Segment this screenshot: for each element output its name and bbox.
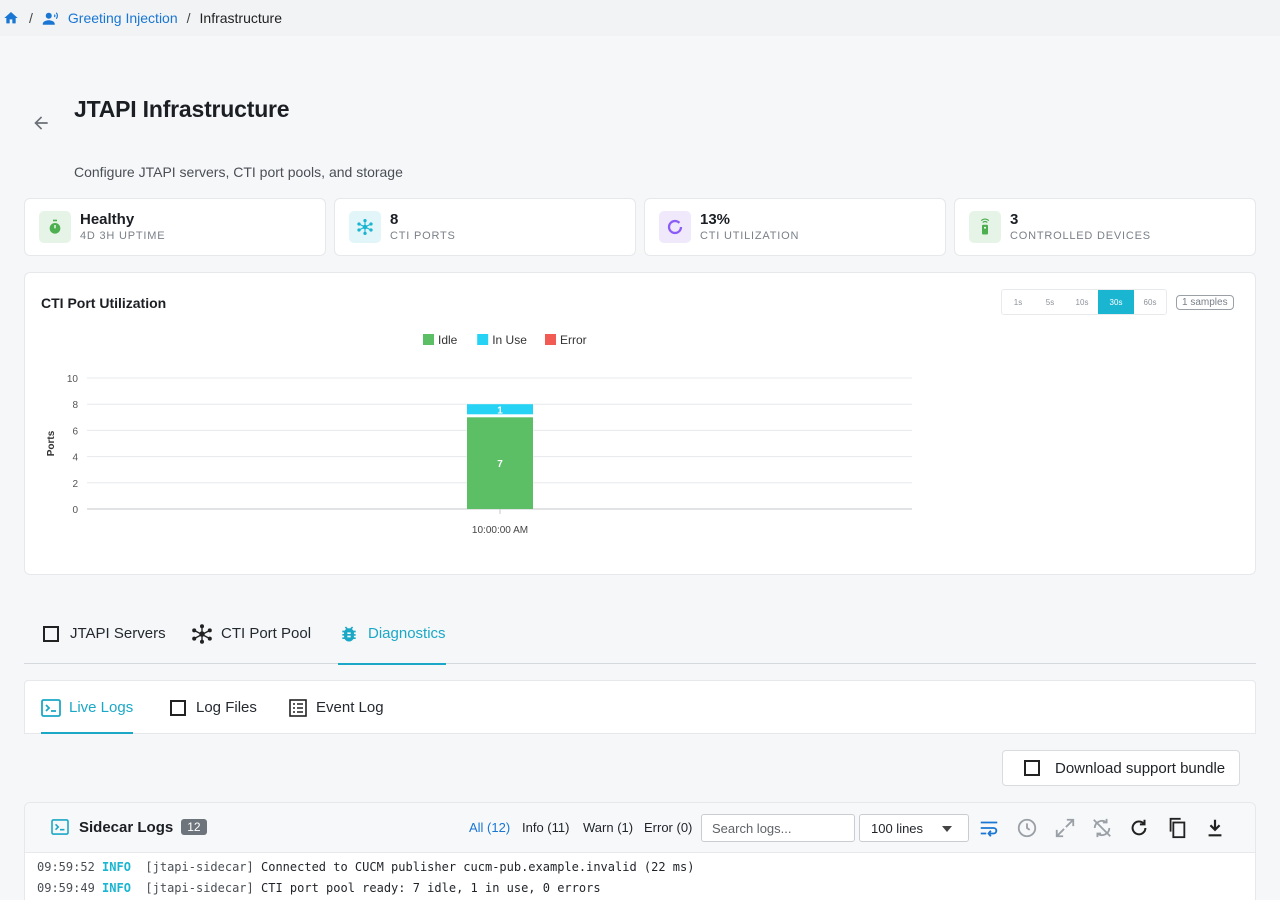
log-entry: 09:59:52 INFO [jtapi-sidecar] Connected …	[37, 860, 694, 874]
sync-off-icon[interactable]	[1090, 816, 1114, 840]
filter-all[interactable]: All (12)	[469, 820, 510, 835]
stat-label: CONTROLLED DEVICES	[1010, 230, 1151, 242]
page-title: JTAPI Infrastructure	[74, 96, 290, 122]
stopwatch-icon	[39, 211, 71, 243]
utilization-chart: 0 2 4 6 8 10 Ports Idle In Use Error 7 1 10:00:00 AM	[46, 333, 912, 536]
chevron-down-icon	[942, 826, 952, 832]
tab-jtapi-servers[interactable]: JTAPI Servers	[40, 603, 166, 664]
y-tick-label: 6	[72, 426, 78, 437]
stat-card-cti-ports: 8 CTI PORTS	[334, 198, 636, 256]
users-voice-icon	[42, 9, 60, 27]
filter-info[interactable]: Info (11)	[522, 820, 569, 835]
bundle-button-label: Download support bundle	[1055, 759, 1226, 777]
y-tick-label: 4	[72, 453, 78, 464]
stat-label: 4D 3H UPTIME	[80, 230, 166, 242]
copy-icon[interactable]	[1165, 816, 1189, 840]
legend-label: Error	[560, 333, 587, 347]
tab-label: Diagnostics	[368, 625, 446, 642]
logs-title: Sidecar Logs 12	[51, 818, 207, 836]
log-message: CTI port pool ready: 7 idle, 1 in use, 0…	[261, 881, 601, 895]
list-icon	[288, 698, 308, 718]
tab-label: JTAPI Servers	[70, 625, 166, 642]
filter-error[interactable]: Error (0)	[644, 820, 692, 835]
stat-value: 3	[1010, 211, 1019, 228]
wrap-icon[interactable]	[977, 816, 1001, 840]
y-tick-label: 0	[72, 505, 78, 516]
expand-icon[interactable]	[1053, 816, 1077, 840]
tab-diagnostics[interactable]: Diagnostics	[338, 603, 446, 665]
tab-label: CTI Port Pool	[221, 625, 312, 642]
home-icon[interactable]	[2, 9, 20, 27]
subtab-live-logs[interactable]: Live Logs	[41, 681, 134, 734]
terminal-icon	[41, 698, 61, 718]
subtab-label: Live Logs	[69, 699, 134, 716]
log-source: [jtapi-sidecar]	[145, 860, 254, 874]
breadcrumb: / Greeting Injection / Infrastructure	[0, 0, 1280, 36]
subtab-log-files[interactable]: Log Files	[168, 681, 257, 734]
bar-value-label: 1	[497, 405, 503, 416]
legend-swatch	[477, 334, 489, 345]
square-icon	[40, 623, 62, 645]
log-time: 09:59:49	[37, 881, 95, 895]
subtab-label: Event Log	[316, 699, 384, 716]
breadcrumb-greeting-injection[interactable]: Greeting Injection	[68, 10, 178, 26]
legend-label: Idle	[438, 333, 458, 347]
log-level: INFO	[102, 881, 131, 895]
bar-value-label: 7	[497, 459, 503, 470]
arrow-left-icon	[34, 116, 48, 130]
stat-value: 8	[390, 211, 399, 228]
breadcrumb-current: Infrastructure	[199, 10, 282, 26]
stat-card-controlled-devices: 3 CONTROLLED DEVICES	[954, 198, 1256, 256]
stat-card-health: Healthy 4D 3H UPTIME	[24, 198, 326, 256]
tab-cti-port-pool[interactable]: CTI Port Pool	[191, 603, 311, 664]
logs-toolbar: Sidecar Logs 12 All (12) Info (11) Warn …	[25, 803, 1255, 853]
stat-card-cti-utilization: 13% CTI UTILIZATION	[644, 198, 946, 256]
logs-title-text: Sidecar Logs	[79, 818, 174, 836]
breadcrumb-separator: /	[186, 10, 191, 26]
legend-swatch	[423, 334, 434, 345]
square-icon	[168, 698, 188, 718]
y-tick-label: 8	[72, 400, 78, 411]
x-tick-label: 10:00:00 AM	[472, 525, 528, 536]
filter-warn[interactable]: Warn (1)	[583, 820, 633, 835]
page-subtitle: Configure JTAPI servers, CTI port pools,…	[74, 164, 403, 180]
download-support-bundle-button[interactable]: Download support bundle	[1002, 750, 1240, 786]
bug-icon	[338, 623, 360, 645]
donut-icon	[659, 211, 691, 243]
remote-icon	[969, 211, 1001, 243]
log-time: 09:59:52	[37, 860, 95, 874]
log-source: [jtapi-sidecar]	[145, 881, 254, 895]
stat-value: 13%	[700, 211, 731, 228]
search-logs-input[interactable]	[701, 814, 855, 842]
hub-icon	[349, 211, 381, 243]
sidecar-logs-panel: Sidecar Logs 12 All (12) Info (11) Warn …	[24, 802, 1256, 900]
log-entry: 09:59:49 INFO [jtapi-sidecar] CTI port p…	[37, 881, 601, 895]
square-icon	[1023, 759, 1041, 777]
main-tabs: JTAPI Servers CTI Port Pool Diagnostics	[24, 603, 1256, 665]
stat-label: CTI PORTS	[390, 230, 456, 242]
y-tick-label: 2	[72, 479, 78, 490]
lines-select[interactable]: 100 lines	[859, 814, 969, 842]
download-icon[interactable]	[1203, 816, 1227, 840]
refresh-icon[interactable]	[1127, 816, 1151, 840]
logs-count-badge: 12	[181, 819, 207, 835]
y-tick-label: 10	[67, 374, 79, 385]
back-button[interactable]	[28, 110, 54, 136]
diagnostics-subtabs: Live Logs Log Files Event Log	[24, 680, 1256, 734]
stat-label: CTI UTILIZATION	[700, 230, 800, 242]
log-message: Connected to CUCM publisher cucm-pub.exa…	[261, 860, 695, 874]
subtab-event-log[interactable]: Event Log	[288, 681, 384, 734]
hub-icon	[191, 623, 213, 645]
subtab-label: Log Files	[196, 699, 257, 716]
clock-icon[interactable]	[1015, 816, 1039, 840]
terminal-icon	[51, 818, 69, 836]
chart-card: CTI Port Utilization 1s 5s 10s 30s 60s 1…	[24, 272, 1256, 575]
legend-label: In Use	[492, 333, 527, 347]
breadcrumb-separator: /	[29, 10, 33, 26]
log-level: INFO	[102, 860, 131, 874]
stat-value: Healthy	[80, 211, 135, 228]
legend-swatch	[545, 334, 556, 345]
y-axis-label: Ports	[46, 430, 57, 456]
lines-select-value: 100 lines	[871, 820, 924, 836]
